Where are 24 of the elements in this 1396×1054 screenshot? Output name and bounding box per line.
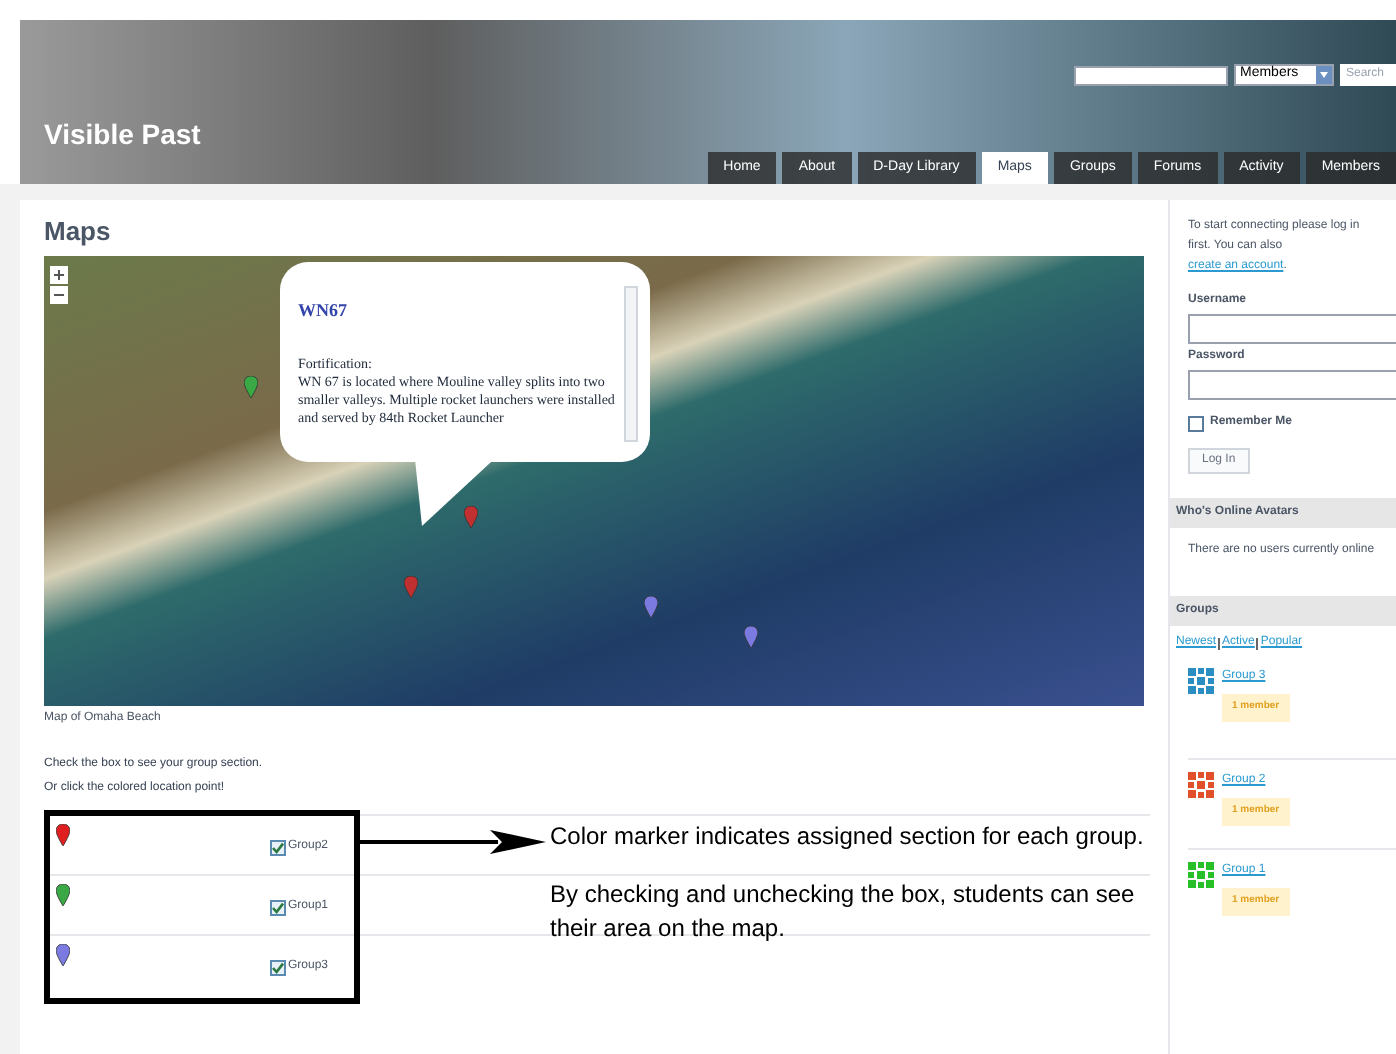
checkbox[interactable] xyxy=(270,899,286,915)
group-avatar-icon[interactable] xyxy=(1188,772,1214,798)
page-title: Maps xyxy=(44,214,113,250)
group-avatar-icon[interactable] xyxy=(1188,862,1214,888)
map-pin-icon[interactable] xyxy=(56,944,70,966)
search-field[interactable] xyxy=(1074,65,1228,85)
annotation-text: By checking and unchecking the box, students can see their area on the map. xyxy=(550,878,1137,946)
checkbox[interactable] xyxy=(1188,415,1204,431)
popup-title[interactable]: WN67 xyxy=(298,298,622,325)
checkbox[interactable] xyxy=(270,959,286,975)
caret-icon xyxy=(1316,66,1332,84)
group-avatar-icon[interactable] xyxy=(1188,668,1214,694)
scrollbar[interactable] xyxy=(624,286,638,442)
username-field[interactable] xyxy=(1188,314,1396,344)
zoom-out-icon[interactable] xyxy=(50,286,68,304)
checkbox[interactable] xyxy=(270,839,286,855)
separator-icon xyxy=(1256,637,1259,649)
map-pin-icon[interactable] xyxy=(56,824,70,846)
separator-icon xyxy=(1218,637,1221,649)
annotation-text: Color marker indicates assigned section for each group. xyxy=(550,820,1146,854)
zoom-in-icon[interactable] xyxy=(50,266,68,284)
password-field[interactable] xyxy=(1188,370,1396,400)
site-title[interactable]: Visible Past xyxy=(44,114,201,156)
map-pin-icon[interactable] xyxy=(56,884,70,906)
